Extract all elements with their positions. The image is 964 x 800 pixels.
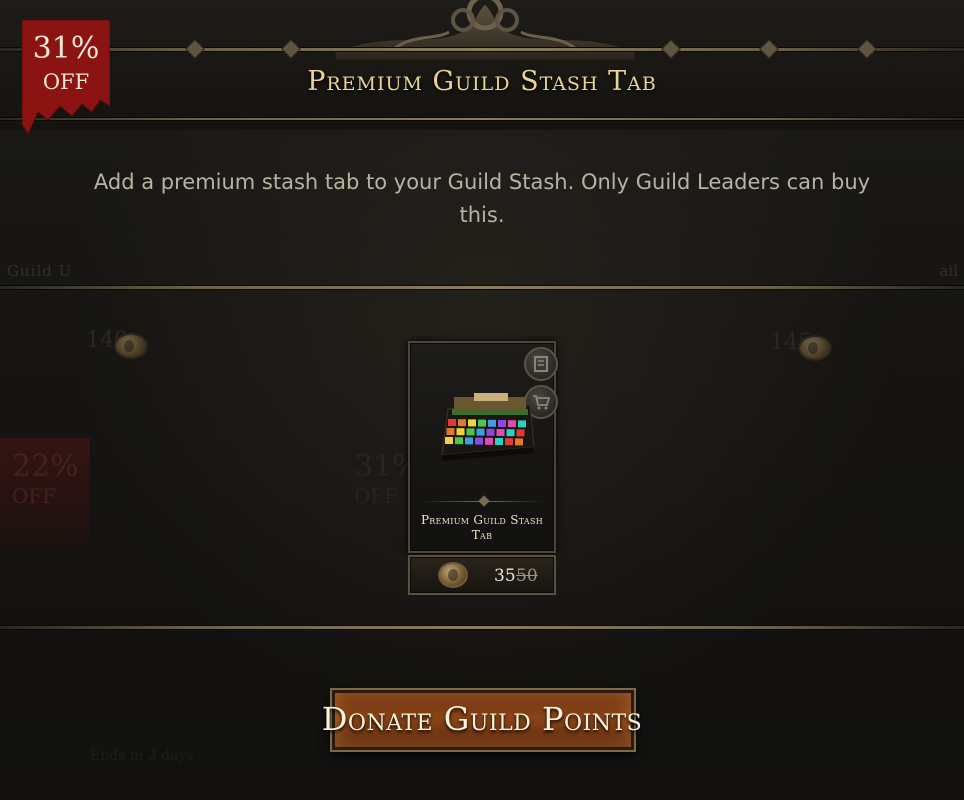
stash-cell-icon: [498, 420, 506, 427]
background-right-price: 145: [770, 330, 832, 361]
scroll-icon[interactable]: [524, 347, 558, 381]
price-bar: 35 50: [408, 555, 556, 595]
stash-cell-icon: [465, 437, 473, 445]
background-ends-text: Ends in 3 days: [90, 748, 194, 764]
stash-cell-icon: [478, 419, 486, 427]
stash-cell-icon: [505, 438, 513, 446]
stash-cell-icon: [495, 438, 503, 445]
item-price: 35: [494, 566, 516, 586]
stash-cell-icon: [446, 428, 455, 435]
background-discount-left: 22% OFF: [12, 449, 79, 508]
stash-cell-icon: [485, 437, 493, 445]
stash-cell-icon: [516, 429, 525, 437]
stash-cell-icon: [488, 419, 496, 427]
stash-cell-icon: [475, 437, 483, 445]
ornament-icon: [334, 0, 636, 61]
section-divider: [0, 286, 964, 289]
item-card-body[interactable]: Premium Guild Stash Tab: [408, 341, 558, 553]
item-original-price: 50: [516, 566, 538, 586]
discount-ribbon: 31% OFF: [22, 20, 110, 136]
stash-tab-icon: [441, 393, 535, 461]
page-title: Premium Guild Stash Tab: [307, 66, 657, 97]
coin-icon: [798, 335, 832, 361]
card-divider-ornament: [478, 495, 490, 507]
stash-cell-icon: [515, 438, 523, 446]
background-guild-label: Guild U: [7, 262, 73, 280]
coin-icon: [114, 333, 148, 359]
stash-cell-icon: [445, 437, 453, 444]
stash-cell-icon: [506, 429, 515, 437]
stash-cell-icon: [456, 428, 465, 436]
donate-guild-points-label[interactable]: Donate Guild Points: [300, 700, 664, 738]
stash-cell-icon: [476, 428, 485, 436]
guild-point-coin-icon: [438, 562, 468, 588]
stash-cell-icon: [458, 419, 466, 427]
stash-cell-icon: [486, 428, 495, 436]
stash-cell-icon: [496, 429, 505, 436]
section-divider: [0, 626, 964, 629]
stash-cell-icon: [508, 420, 516, 428]
background-right-label: ail: [939, 262, 958, 280]
stash-cell-icon: [518, 420, 526, 428]
discount-off-label: OFF: [42, 70, 90, 94]
stash-cell-icon: [468, 419, 476, 427]
stash-cell-icon: [448, 419, 456, 426]
discount-percent: 31%: [32, 31, 100, 66]
background-left-price: 140: [86, 328, 148, 359]
header-divider: [0, 118, 964, 120]
stash-cell-icon: [466, 428, 475, 436]
stash-cell-icon: [455, 437, 463, 445]
header-rail: [0, 48, 964, 51]
item-description: Add a premium stash tab to your Guild St…: [93, 170, 871, 227]
item-card[interactable]: Premium Guild Stash Tab 35 50: [408, 341, 558, 597]
item-name: Premium Guild Stash Tab: [420, 513, 544, 542]
